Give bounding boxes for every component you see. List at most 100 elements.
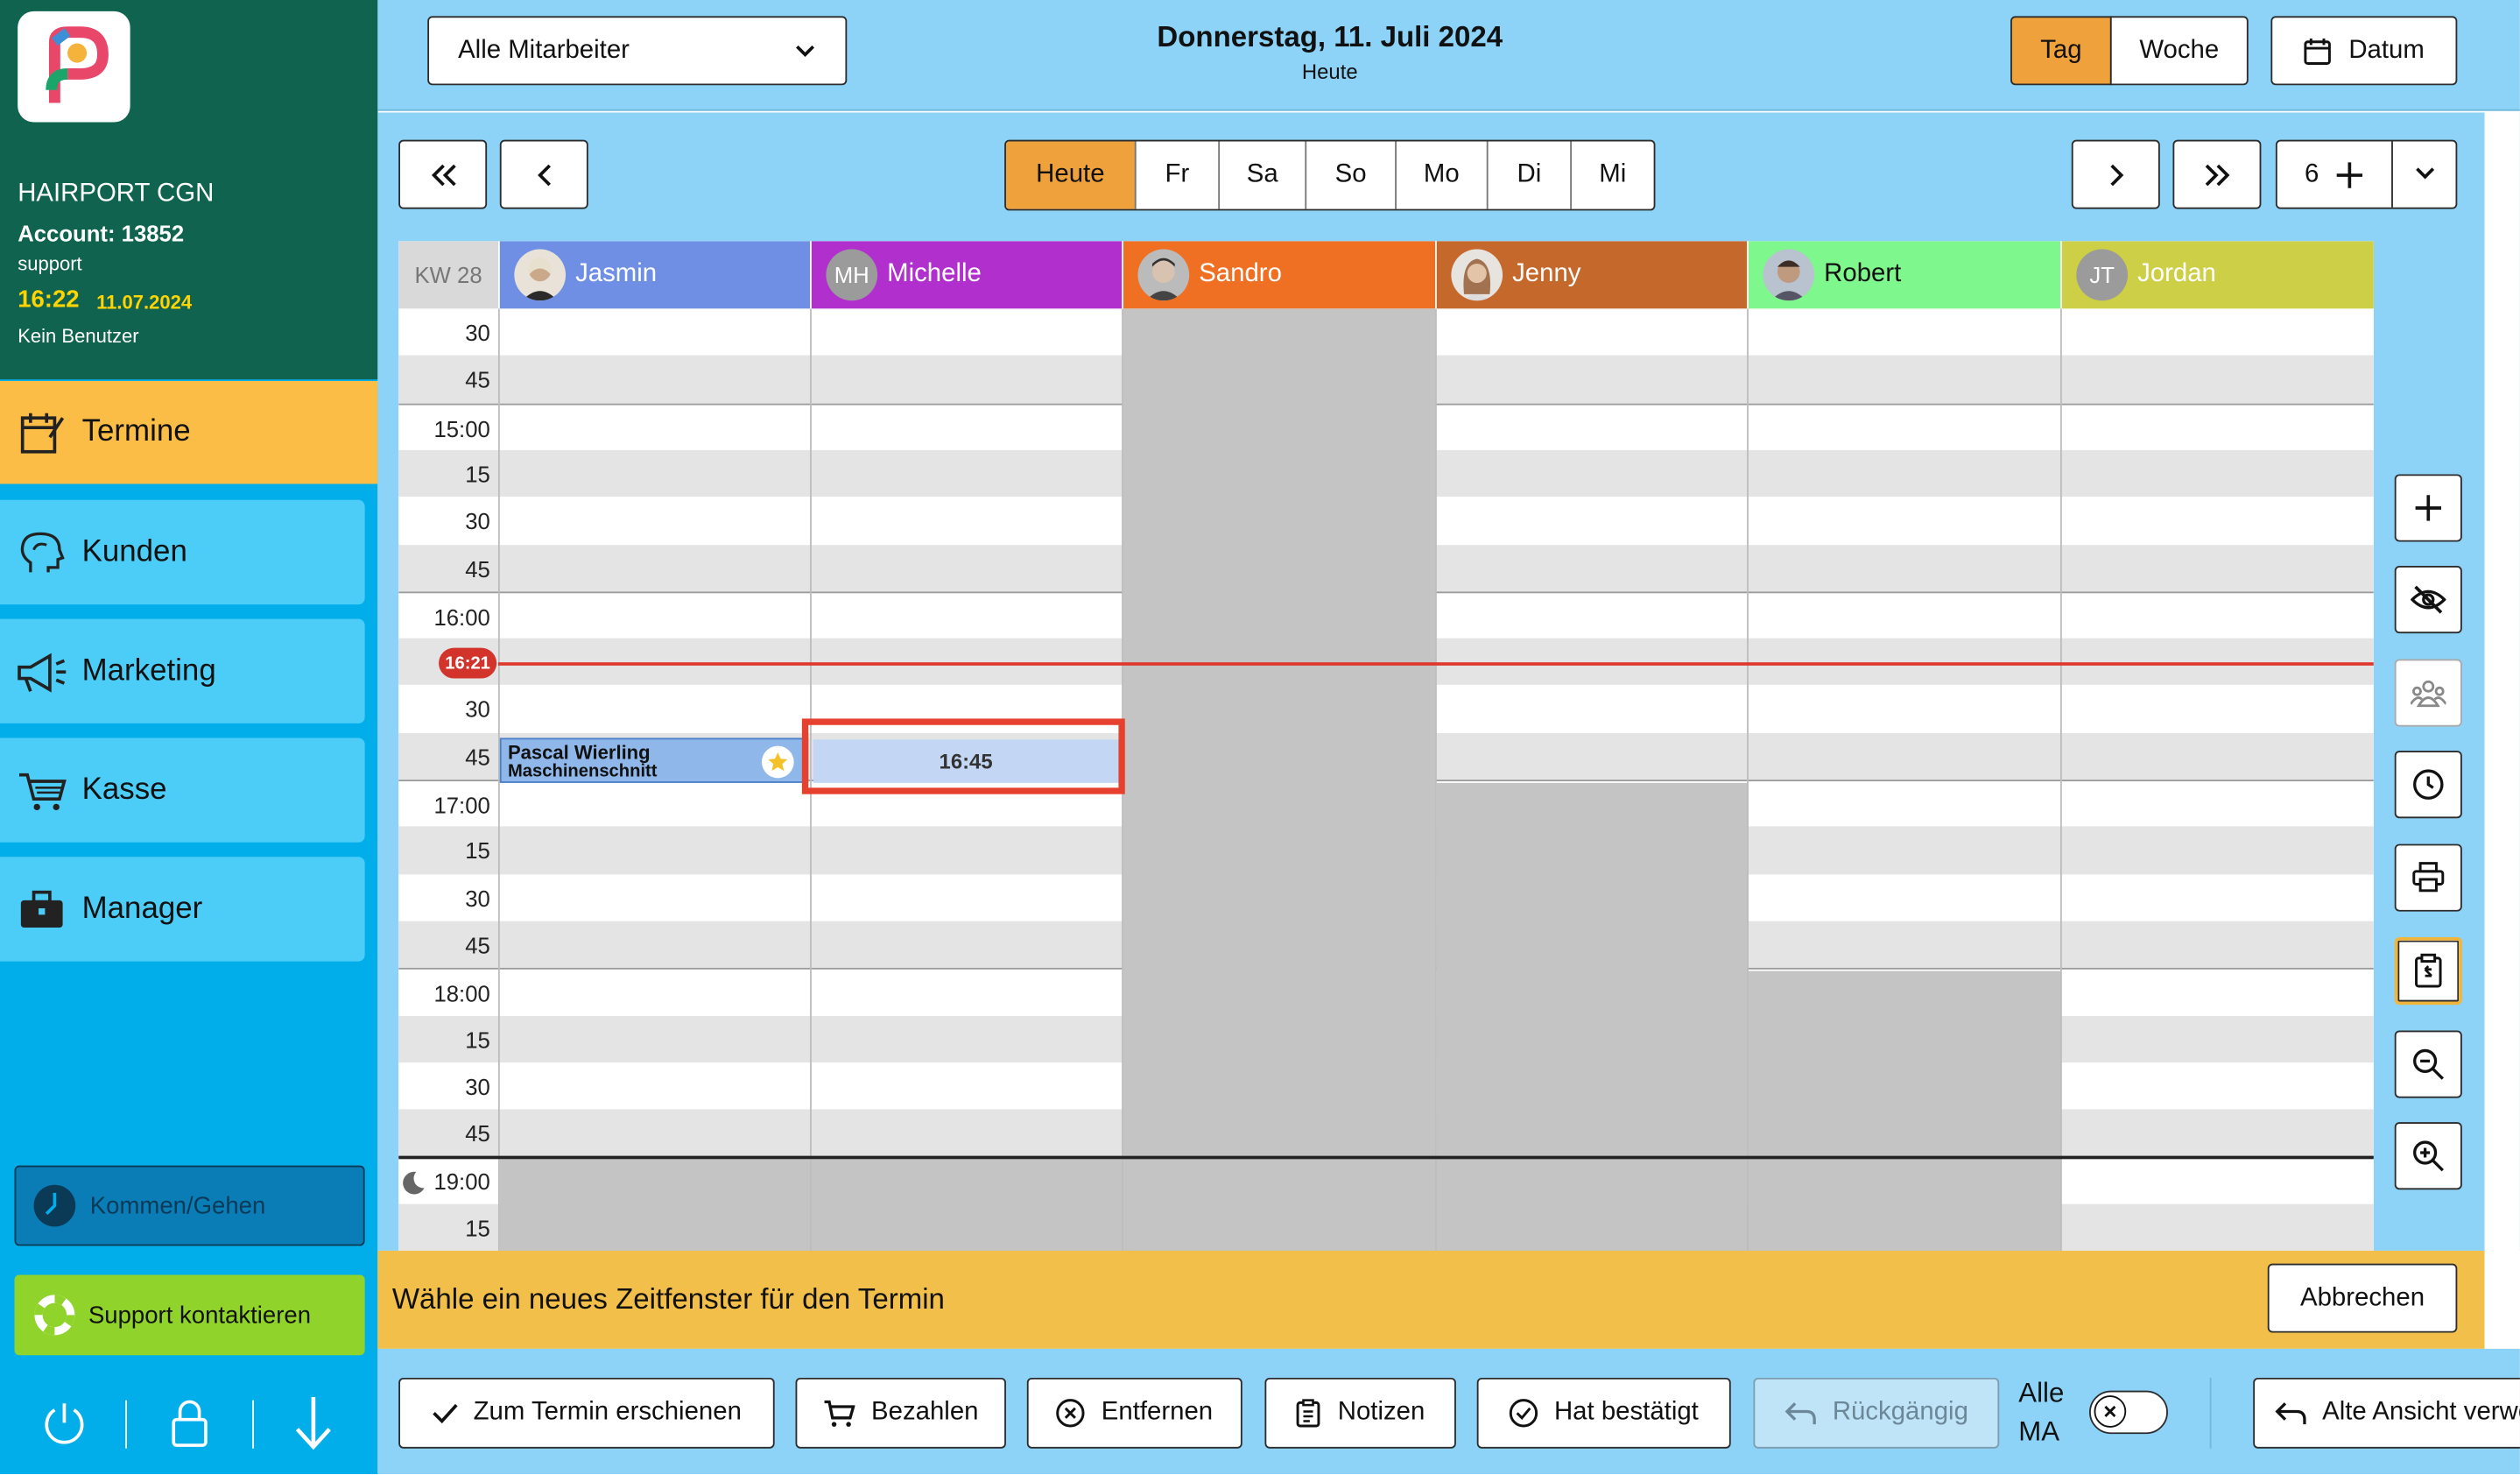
date-subtitle: Heute [1301, 59, 1358, 84]
jump-forward-button[interactable] [2172, 139, 2262, 209]
pay-button[interactable]: Bezahlen [795, 1377, 1006, 1449]
chevron-down-icon[interactable] [2414, 166, 2437, 181]
zoom-out-button[interactable] [2394, 1030, 2462, 1098]
time-label: 45 [465, 367, 490, 393]
add-appointment-button[interactable] [2394, 474, 2462, 542]
account-number: Account: 13852 [18, 220, 185, 246]
moon-icon [400, 1170, 426, 1196]
appointment-service: Maschinenschnitt [507, 761, 658, 782]
customer-head-icon [0, 528, 82, 576]
time-label: 45 [465, 744, 490, 770]
columns-count-control[interactable]: 6 [2275, 139, 2458, 209]
history-button[interactable] [2394, 751, 2462, 819]
staff-column-header[interactable]: MH Michelle [811, 241, 1123, 309]
view-day-tab[interactable]: Tag [2010, 16, 2112, 86]
calendar-icon [2304, 36, 2333, 65]
staff-column-header[interactable]: JT Jordan [2061, 241, 2374, 309]
clipboard-button[interactable] [2394, 937, 2462, 1006]
calendar-grid: KW 28 Jasmin MH Michelle Sandro Jenny Ro… [398, 241, 2374, 1251]
date-title: Donnerstag, 11. Juli 2024 [1157, 20, 1503, 53]
current-user: Kein Benutzer [18, 324, 139, 348]
staff-name: Jordan [2137, 260, 2216, 288]
day-tab[interactable]: Fr [1137, 141, 1221, 209]
staff-select[interactable]: Alle Mitarbeiter [427, 16, 848, 86]
zoom-in-button[interactable] [2394, 1122, 2462, 1190]
date-picker-button[interactable]: Datum [2270, 16, 2458, 86]
chevron-down-icon [794, 43, 817, 59]
nav-marketing[interactable]: Marketing [0, 618, 365, 723]
support-label: Support kontaktieren [88, 1301, 312, 1329]
power-icon[interactable] [39, 1397, 90, 1449]
avatar [1137, 249, 1190, 301]
arrived-label: Zum Termin erschienen [473, 1398, 742, 1426]
kommen-gehen-label: Kommen/Gehen [89, 1191, 266, 1220]
time-label: 45 [465, 932, 490, 958]
undo-button[interactable]: Rückgängig [1753, 1377, 2000, 1449]
divider [2209, 1377, 2212, 1449]
nav-termine[interactable]: Termine [0, 380, 378, 484]
appointment-block[interactable]: Pascal Wierling Maschinenschnitt [499, 738, 809, 783]
day-tab-label: So [1334, 160, 1367, 188]
day-tab[interactable]: Mi [1572, 142, 1654, 209]
reschedule-banner: Wähle ein neues Zeitfenster für den Term… [377, 1250, 2485, 1349]
print-button[interactable] [2394, 843, 2462, 912]
arrived-button[interactable]: Zum Termin erschienen [398, 1377, 775, 1449]
prev-day-button[interactable] [499, 139, 588, 209]
notes-button[interactable]: Notizen [1264, 1377, 1456, 1449]
staff-name: Michelle [887, 260, 982, 288]
day-tab[interactable]: So [1306, 141, 1397, 209]
kommen-gehen-button[interactable]: Kommen/Gehen [14, 1165, 365, 1246]
remove-button[interactable]: Entfernen [1026, 1377, 1242, 1449]
staff-column-header[interactable]: Jenny [1436, 241, 1748, 309]
arrow-down-icon[interactable] [291, 1394, 335, 1451]
double-chevron-left-icon [428, 163, 457, 186]
briefcase-icon [0, 888, 82, 930]
staff-name: Jasmin [575, 260, 658, 288]
nav-kasse[interactable]: Kasse [0, 738, 365, 843]
old-view-button[interactable]: Alte Ansicht verwenden [2253, 1377, 2520, 1449]
date-button-label: Datum [2348, 36, 2425, 64]
zoom-out-icon [2412, 1048, 2445, 1081]
sidebar-header: HAIRPORT CGN Account: 13852 support 16:2… [0, 0, 378, 380]
day-tab[interactable]: Di [1489, 141, 1573, 209]
confirmed-button[interactable]: Hat bestätigt [1476, 1377, 1731, 1449]
clock-icon [32, 1183, 77, 1228]
day-tab-label: Heute [1036, 160, 1105, 188]
week-label: KW 28 [398, 241, 498, 309]
divider [125, 1400, 127, 1449]
time-label: 17:00 [433, 792, 490, 819]
next-day-button[interactable] [2071, 139, 2160, 209]
remove-label: Entfernen [1101, 1398, 1214, 1426]
lock-icon[interactable] [167, 1397, 212, 1449]
group-button[interactable] [2394, 659, 2462, 727]
view-week-tab[interactable]: Woche [2109, 16, 2249, 86]
staff-column-header[interactable]: Sandro [1123, 241, 1436, 309]
nav-manager[interactable]: Manager [0, 857, 365, 962]
avatar: MH [826, 249, 878, 301]
day-tab[interactable]: Mo [1397, 141, 1489, 209]
selection-highlight [801, 718, 1125, 794]
jump-back-button[interactable] [398, 139, 488, 209]
staff-column-header[interactable]: Robert [1748, 241, 2060, 309]
lifebuoy-icon [34, 1294, 76, 1336]
chevron-left-icon [536, 163, 552, 186]
hide-button[interactable] [2394, 566, 2462, 634]
nav-kunden[interactable]: Kunden [0, 499, 365, 605]
day-tab-today[interactable]: Heute [1005, 141, 1137, 209]
staff-column-header[interactable]: Jasmin [499, 241, 811, 309]
day-tab[interactable]: Sa [1220, 141, 1307, 209]
cancel-button[interactable]: Abbrechen [2267, 1263, 2458, 1333]
scrollbar-track [2484, 112, 2520, 1349]
staff-name: Sandro [1199, 260, 1282, 288]
view-day-label: Tag [2040, 36, 2082, 64]
time-label: 15:00 [433, 415, 490, 441]
support-button[interactable]: Support kontaktieren [14, 1274, 365, 1356]
time-label: 15 [465, 837, 490, 865]
time-label: 30 [465, 320, 490, 346]
time-label: 30 [465, 885, 490, 911]
evening-divider [398, 1155, 2374, 1160]
clock-time: 16:22 [18, 286, 80, 314]
time-label: 15 [465, 461, 490, 487]
day-tabs: Heute Fr Sa So Mo Di Mi [1004, 139, 1656, 211]
all-ma-toggle[interactable] [2089, 1390, 2168, 1435]
